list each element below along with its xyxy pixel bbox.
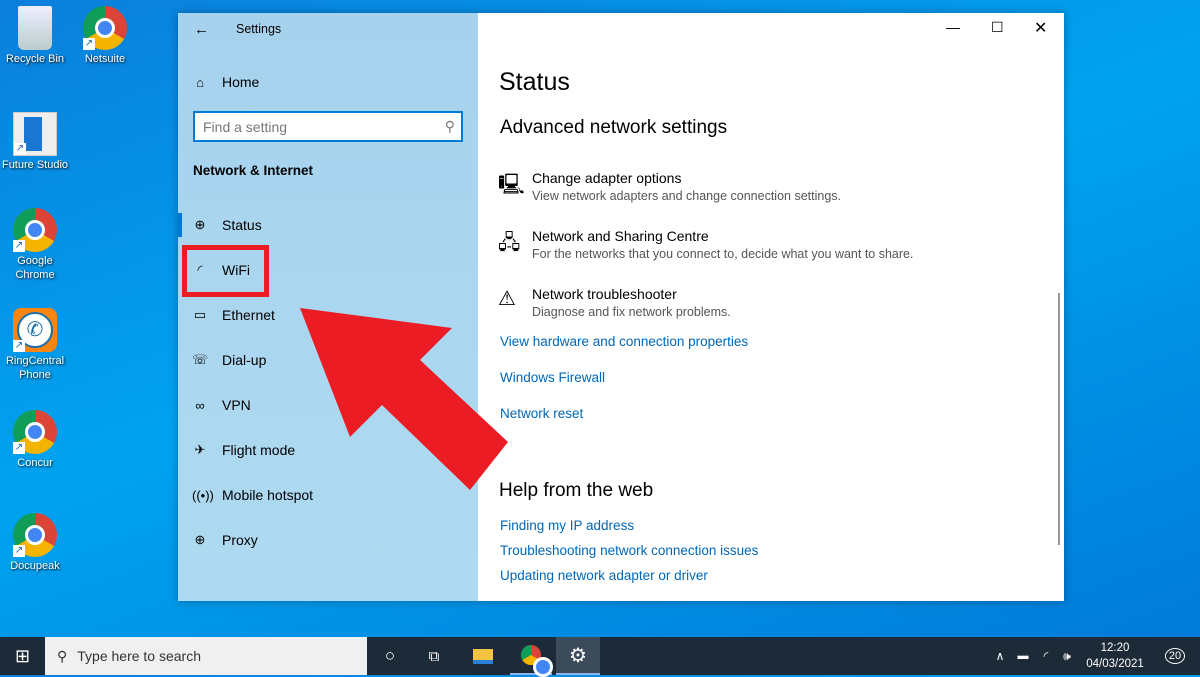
notification-center-button[interactable]: 20 bbox=[1155, 637, 1195, 675]
chrome-icon bbox=[521, 645, 553, 677]
chrome-taskbar-button[interactable] bbox=[510, 637, 553, 677]
notification-icon: 20 bbox=[1164, 648, 1186, 664]
start-button[interactable]: ⊞ bbox=[0, 637, 45, 675]
taskbar-search-input[interactable]: ⚲ Type here to search bbox=[45, 637, 367, 675]
date: 04/03/2021 bbox=[1086, 658, 1144, 670]
search-icon: ⚲ bbox=[57, 647, 68, 664]
arrow-shape bbox=[300, 308, 508, 490]
wifi-icon[interactable]: ◜ bbox=[1036, 637, 1056, 675]
tray-overflow-icon[interactable]: ∧ bbox=[990, 637, 1010, 675]
task-view-button[interactable]: ⧉ bbox=[414, 637, 454, 675]
settings-taskbar-button[interactable]: ⚙ bbox=[556, 637, 600, 675]
clock[interactable]: 12:20 04/03/2021 bbox=[1080, 637, 1150, 675]
volume-icon[interactable]: 🕪 bbox=[1056, 637, 1078, 675]
battery-icon[interactable]: ▬ bbox=[1012, 637, 1034, 675]
search-placeholder: Type here to search bbox=[77, 648, 202, 664]
gear-icon: ⚙ bbox=[569, 644, 587, 667]
taskbar: ⊞ ⚲ Type here to search ○ ⧉ ⚙ ∧ ▬ ◜ 🕪 12:… bbox=[0, 637, 1200, 677]
red-arrow-annotation bbox=[300, 308, 508, 490]
folder-icon bbox=[473, 648, 493, 664]
cortana-button[interactable]: ○ bbox=[370, 637, 410, 675]
time: 12:20 bbox=[1100, 642, 1130, 654]
file-explorer-button[interactable] bbox=[462, 637, 504, 675]
